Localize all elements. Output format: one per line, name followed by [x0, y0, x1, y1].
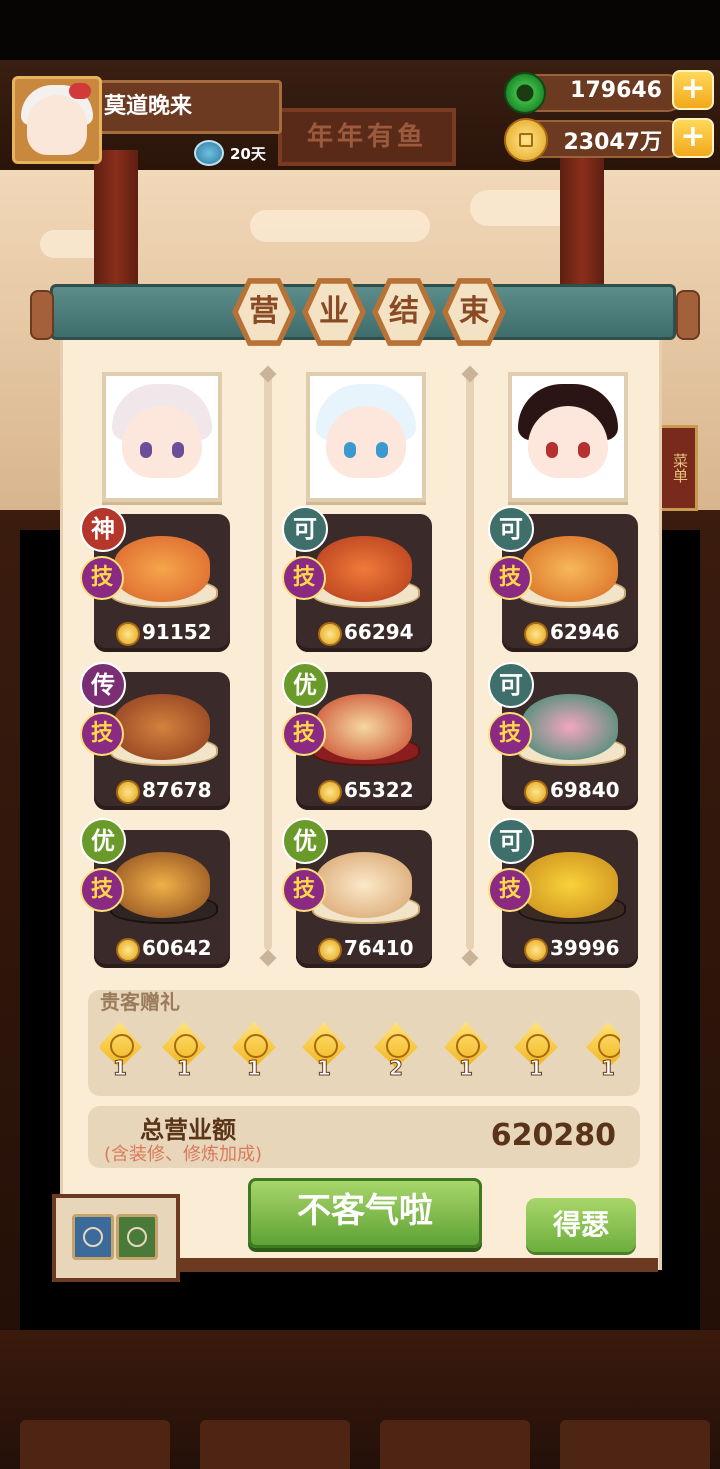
dish-value: 60642 [142, 936, 212, 960]
coin-icon [318, 938, 342, 962]
gift-item[interactable]: 2 [374, 1022, 418, 1081]
guest-gifts-title: 贵客赠礼 [100, 990, 180, 1014]
player-name: 莫道晚来 [104, 94, 193, 119]
bottom-slot [380, 1420, 530, 1469]
add-coins-button[interactable]: + [672, 118, 714, 158]
coin-icon [318, 780, 342, 804]
gift-item[interactable]: 1 [302, 1022, 346, 1081]
total-revenue-note: (含装修、修炼加成) [104, 1144, 263, 1165]
share-button[interactable]: 得瑟 [526, 1198, 636, 1252]
skill-badge: 技 [80, 868, 124, 912]
skill-badge: 技 [80, 556, 124, 600]
grade-badge: 神 [80, 506, 126, 552]
skill-badge: 技 [282, 556, 326, 600]
grade-badge: 优 [80, 818, 126, 864]
dish-value: 65322 [344, 778, 414, 802]
dish-value: 76410 [344, 936, 414, 960]
dish-value: 62946 [550, 620, 620, 644]
gift-item[interactable]: 1 [514, 1022, 558, 1081]
coin-icon [116, 938, 140, 962]
column-divider [264, 370, 272, 950]
jade-value: 179646 [570, 78, 662, 103]
scroll-roll-left [30, 290, 54, 340]
gift-item[interactable]: 1 [100, 1022, 142, 1081]
top-bar-bg [0, 0, 720, 60]
confirm-button[interactable]: 不客气啦 [248, 1178, 482, 1248]
add-jade-button[interactable]: + [672, 70, 714, 110]
skill-badge: 技 [488, 868, 532, 912]
gift-item[interactable]: 1 [586, 1022, 620, 1081]
chef-portrait-1[interactable] [102, 372, 222, 502]
grade-badge: 传 [80, 662, 126, 708]
grade-badge: 可 [488, 662, 534, 708]
dish-value: 66294 [344, 620, 414, 644]
coin-icon [116, 622, 140, 646]
days-counter: 20天 [230, 145, 266, 163]
grade-badge: 优 [282, 662, 328, 708]
chef-portrait-3[interactable] [508, 372, 628, 502]
menu-side-sign[interactable]: 菜单 [658, 425, 698, 511]
player-avatar[interactable] [12, 76, 102, 164]
skill-badge: 技 [282, 868, 326, 912]
gift-item[interactable]: 1 [162, 1022, 206, 1081]
column-divider [466, 370, 474, 950]
skill-badge: 技 [488, 712, 532, 756]
gift-list[interactable]: 1 1 1 1 2 1 1 1 [100, 1020, 620, 1084]
dish-value: 39996 [550, 936, 620, 960]
gift-item[interactable]: 1 [232, 1022, 276, 1081]
bottom-slot [560, 1420, 710, 1469]
dish-value: 87678 [142, 778, 212, 802]
game-scene: 年年有鱼 菜单 莫道晚来 20天 179646 + 23047万 + 营 业 结… [0, 0, 720, 1469]
chef-portrait-2[interactable] [306, 372, 426, 502]
skill-badge: 技 [282, 712, 326, 756]
coin-value: 23047万 [563, 130, 662, 155]
coin-icon [524, 938, 548, 962]
scroll-roll-right [676, 290, 700, 340]
skill-badge: 技 [80, 712, 124, 756]
grade-badge: 可 [488, 818, 534, 864]
camera-icon[interactable] [116, 1214, 158, 1260]
skill-badge: 技 [488, 556, 532, 600]
bottom-slot [200, 1420, 350, 1469]
coin-icon [318, 622, 342, 646]
coin-icon [116, 780, 140, 804]
grade-badge: 优 [282, 818, 328, 864]
coin-icon [524, 622, 548, 646]
background-sign: 年年有鱼 [278, 108, 456, 166]
total-revenue-value: 620280 [490, 1118, 616, 1153]
dish-value: 91152 [142, 620, 212, 644]
gift-item[interactable]: 1 [444, 1022, 488, 1081]
bottom-slot [20, 1420, 170, 1469]
settings-icon[interactable] [72, 1214, 114, 1260]
dish-value: 69840 [550, 778, 620, 802]
globe-icon [194, 140, 224, 166]
grade-badge: 可 [488, 506, 534, 552]
coin-icon [524, 780, 548, 804]
grade-badge: 可 [282, 506, 328, 552]
